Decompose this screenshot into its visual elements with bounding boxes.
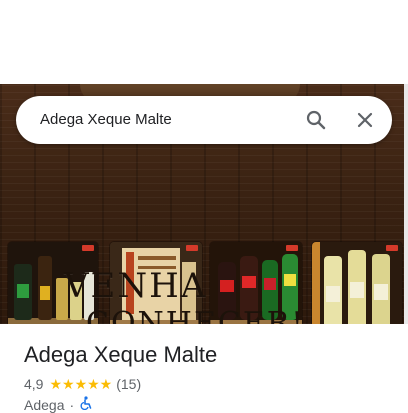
close-icon[interactable]: [353, 108, 377, 132]
place-info-panel: Adega Xeque Malte 4,9 ★★★★★ (15) Adega ·: [0, 324, 408, 413]
new-tag: [186, 245, 198, 251]
new-tag: [386, 245, 398, 251]
wall-text-venha: VENHA: [64, 266, 208, 306]
review-count[interactable]: (15): [116, 376, 141, 392]
search-bar[interactable]: Adega Xeque Malte: [16, 96, 392, 144]
category-row: Adega ·: [24, 396, 93, 413]
place-category: Adega: [24, 396, 65, 413]
search-icon[interactable]: [304, 108, 328, 132]
new-tag: [286, 245, 298, 251]
liquor-bottles-illustration: [312, 242, 402, 324]
top-blank-area: [0, 0, 408, 84]
search-input[interactable]: Adega Xeque Malte: [40, 96, 172, 144]
scrollbar[interactable]: [404, 84, 408, 324]
rating-row[interactable]: 4,9 ★★★★★ (15): [24, 375, 141, 393]
place-title: Adega Xeque Malte: [24, 342, 218, 367]
wheelchair-icon: [79, 396, 93, 413]
separator-dot: ·: [69, 396, 75, 413]
rating-value: 4,9: [24, 376, 44, 392]
product-photo-4[interactable]: [312, 242, 402, 324]
new-tag: [82, 245, 94, 251]
rating-stars: ★★★★★: [49, 375, 113, 392]
